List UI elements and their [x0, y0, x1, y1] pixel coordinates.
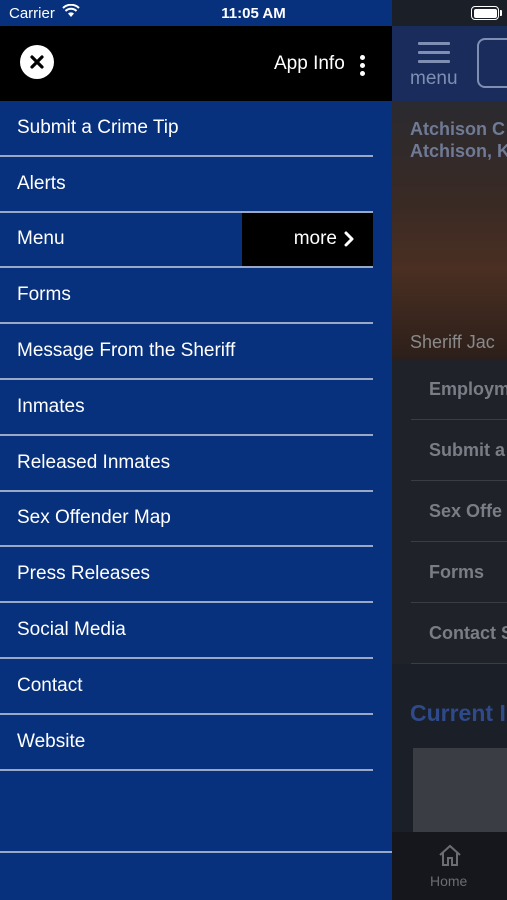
menu-item-sex-offender-map[interactable]: Sex Offender Map — [0, 492, 373, 548]
status-bar: Carrier 11:05 AM — [0, 0, 507, 26]
bg-header-caption: Sheriff Jac — [410, 332, 495, 352]
menu-item-forms[interactable]: Forms — [0, 268, 373, 325]
hamburger-icon[interactable] — [418, 42, 450, 64]
drawer-divider — [0, 851, 392, 853]
chevron-right-icon — [344, 231, 354, 247]
bg-list-item[interactable]: Submit a — [411, 420, 507, 481]
bg-search-button[interactable] — [477, 38, 507, 88]
menu-item-released-inmates[interactable]: Released Inmates — [0, 436, 373, 492]
menu-item-submit-crime-tip[interactable]: Submit a Crime Tip — [0, 101, 373, 157]
more-button[interactable]: more — [242, 212, 373, 267]
menu-item-alerts[interactable]: Alerts — [0, 157, 373, 213]
bg-list-item[interactable]: Contact S — [411, 603, 507, 664]
battery-tip — [500, 10, 502, 16]
menu-item-website[interactable]: Website — [0, 715, 373, 771]
battery-icon — [471, 6, 499, 20]
menu-item-press-releases[interactable]: Press Releases — [0, 547, 373, 604]
menu-item-label: Menu — [17, 228, 65, 250]
more-label: more — [293, 228, 337, 250]
bg-card-image — [413, 748, 507, 838]
bg-list-item[interactable]: Employm — [411, 359, 507, 420]
menu-item-social-media[interactable]: Social Media — [0, 603, 373, 659]
close-button[interactable] — [20, 45, 54, 79]
app-info-button[interactable]: App Info — [274, 53, 345, 75]
menu-item-menu[interactable]: Menu more — [0, 212, 373, 269]
bg-list-item[interactable]: Forms — [411, 542, 507, 603]
tab-home-label[interactable]: Home — [430, 873, 467, 889]
menu-item-inmates[interactable]: Inmates — [0, 380, 373, 436]
bg-list-item[interactable]: Sex Offe — [411, 481, 507, 542]
more-vert-icon[interactable] — [358, 55, 366, 77]
navigation-drawer: App Info Submit a Crime Tip Alerts Menu … — [0, 0, 392, 900]
bg-section-title: Current I — [410, 700, 506, 726]
bg-menu-label: menu — [410, 68, 458, 89]
menu-item-contact[interactable]: Contact — [0, 659, 373, 715]
close-icon — [30, 55, 44, 69]
status-time: 11:05 AM — [221, 5, 286, 22]
bg-agency-title: Atchison C Atchison, K — [410, 119, 507, 161]
drawer-menu-list: Submit a Crime Tip Alerts Menu more Form… — [0, 101, 373, 771]
menu-item-message-from-sheriff[interactable]: Message From the Sheriff — [0, 324, 373, 380]
home-icon[interactable] — [437, 843, 463, 867]
